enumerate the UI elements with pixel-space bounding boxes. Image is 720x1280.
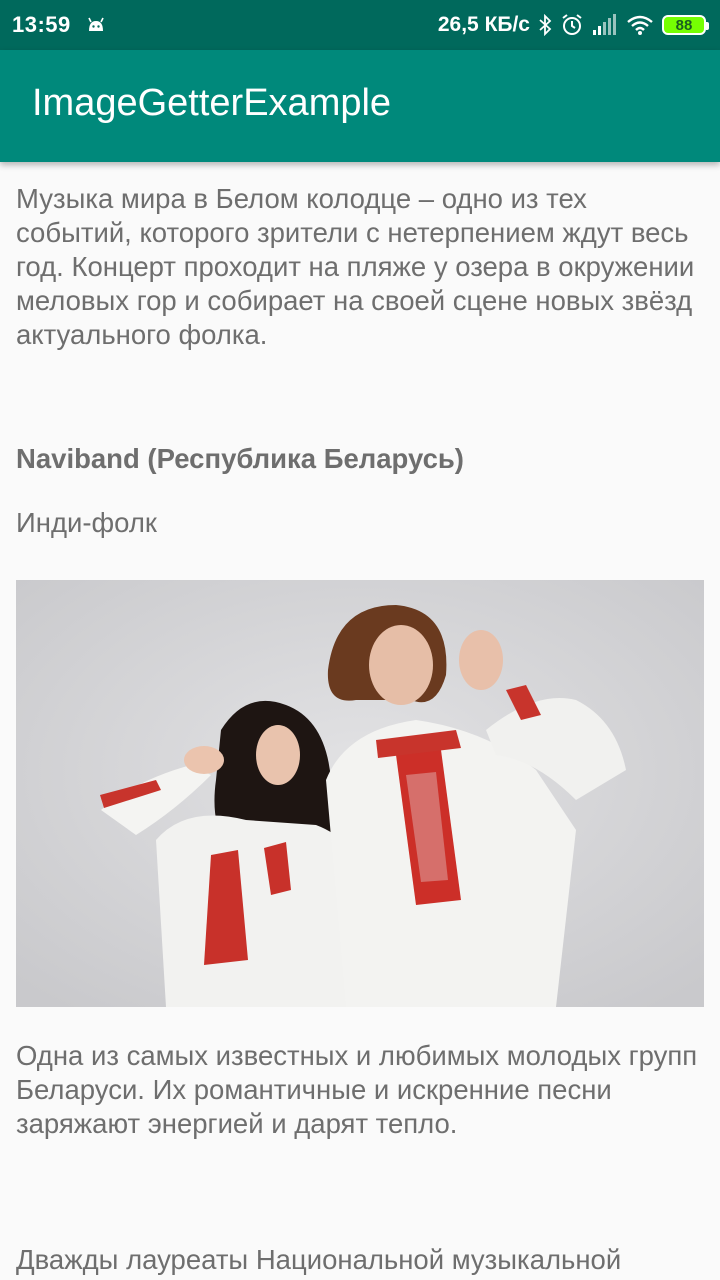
status-bar: 13:59 26,5 КБ/с 88 [0, 0, 720, 50]
app-bar: ImageGetterExample [0, 50, 720, 162]
signal-icon [593, 14, 616, 35]
status-time: 13:59 [12, 12, 71, 37]
battery-level: 88 [675, 16, 693, 34]
intro-paragraph: Музыка мира в Белом колодце – одно из те… [16, 183, 695, 350]
description-paragraph: Одна из самых известных и любимых молоды… [16, 1040, 698, 1139]
genre-label: Инди-фолк [16, 507, 157, 538]
alarm-icon [562, 14, 582, 35]
app-title: ImageGetterExample [32, 81, 392, 124]
bluetooth-icon [539, 14, 552, 36]
android-icon [88, 17, 104, 31]
network-speed: 26,5 КБ/с [437, 13, 530, 36]
laureates-paragraph: Дважды лауреаты Национальной музыкальной [16, 1244, 622, 1275]
article-content: Музыка мира в Белом колодце – одно из те… [16, 162, 706, 1277]
band-photo [16, 580, 704, 1007]
wifi-icon [627, 15, 653, 35]
band-name: Naviband (Республика Беларусь) [16, 443, 464, 474]
battery-icon: 88 [662, 15, 709, 35]
